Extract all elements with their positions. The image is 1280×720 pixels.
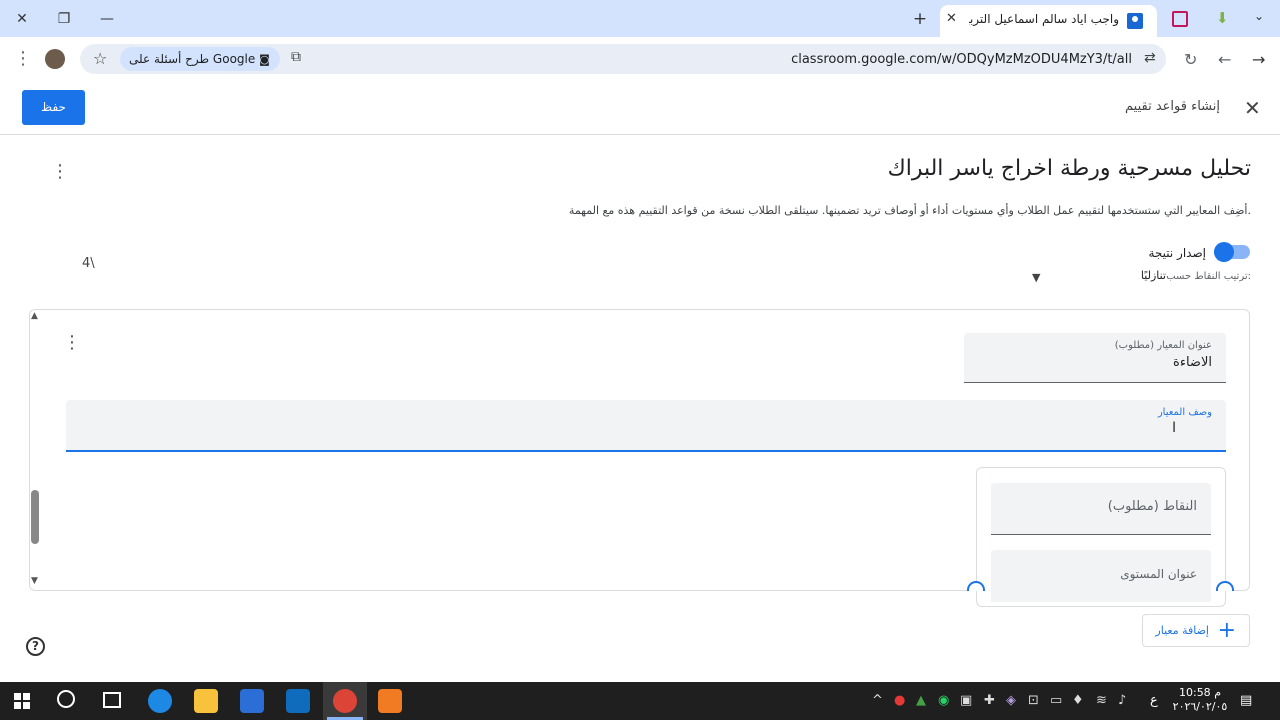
task-view-icon[interactable] [103,692,121,708]
rubric-description: أضِف المعايير التي ستستخدمها لتقييم عمل … [568,204,1251,217]
classroom-favicon-icon [1127,13,1143,29]
tray-screen-icon[interactable]: ▣ [960,693,972,708]
reload-icon[interactable]: ↻ [1184,50,1197,69]
scrollbar-thumb[interactable] [31,490,39,544]
edge-icon[interactable] [148,689,172,713]
criterion-description-label: وصف المعيار [1157,407,1212,418]
total-score: 4\ [82,256,95,271]
clock-time: 10:58 م [1178,686,1221,699]
notifications-icon[interactable]: ▤ [1240,693,1252,708]
points-placeholder: النقاط (مطلوب) [1107,499,1197,514]
tray-overflow-icon[interactable]: ^ [872,693,883,708]
taskbar [0,682,1280,720]
criterion-title-field[interactable]: عنوان المعيار (مطلوب) الاضاءة [964,333,1226,383]
google-chip-label: طرح أسئلة على Google [129,52,256,66]
scroll-up-icon[interactable]: ▲ [31,311,38,321]
search-icon[interactable] [57,690,75,708]
tray-shield-icon[interactable]: ✚ [984,693,995,708]
level-title-field[interactable]: عنوان المستوى [991,550,1211,602]
criterion-more-options-icon[interactable]: ⋮ [63,334,81,352]
store-icon[interactable] [240,689,264,713]
save-button[interactable]: حفظ [22,90,85,125]
star-icon[interactable]: ☆ [93,49,107,68]
download-extension-icon[interactable]: ⬇ [1216,9,1229,27]
criterion-title-label: عنوان المعيار (مطلوب) [1114,340,1212,351]
add-criterion-button[interactable]: إضافة معيار + [1142,614,1250,647]
score-toggle-label: إصدار نتيجة [1148,246,1206,260]
site-settings-icon[interactable]: ⇄ [1144,50,1156,66]
back-icon[interactable]: ← [1218,50,1231,69]
scroll-down-icon[interactable]: ▼ [31,576,38,586]
level-title-placeholder: عنوان المستوى [1120,567,1197,581]
rubric-more-options-icon[interactable]: ⋮ [51,163,69,181]
close-window-icon[interactable]: ✕ [8,8,36,30]
tray-meet-icon[interactable]: ⊡ [1028,693,1039,708]
tray-app-icon[interactable]: ● [894,693,905,708]
file-explorer-icon[interactable] [194,689,218,713]
dropdown-arrow-icon[interactable]: ▼ [1032,271,1040,284]
criterion-title-value: الاضاءة [1173,355,1212,370]
windows-start-icon[interactable] [14,693,30,709]
page-title: إنشاء قواعد تقييم [1125,99,1220,114]
sort-dropdown-value[interactable]: تنازليًا [1141,269,1166,282]
help-icon[interactable]: ? [26,637,45,656]
add-criterion-label: إضافة معيار [1155,624,1209,637]
wifi-icon[interactable]: ≋ [1096,693,1107,708]
tray-battery-icon[interactable]: ▭ [1050,693,1062,708]
close-icon[interactable]: ✕ [1244,96,1261,120]
google-lens-chip[interactable]: طرح أسئلة على Google ◙ [120,47,280,71]
sort-label: ترتيب النقاط حسب: [1166,271,1251,282]
tab-title: واجب اياد سالم اسماعيل التربية ال... [969,12,1119,26]
forward-icon[interactable]: → [1252,50,1265,69]
points-field[interactable]: النقاط (مطلوب) [991,483,1211,535]
chrome-icon[interactable] [333,689,357,713]
microphone-icon[interactable]: ♦ [1072,693,1084,708]
powerpoint-icon[interactable] [378,689,402,713]
minimize-window-icon[interactable]: — [93,8,121,30]
text-cursor-icon: I [1172,420,1177,436]
profile-avatar[interactable] [45,49,65,69]
plus-icon: + [1217,618,1236,643]
whatsapp-icon[interactable]: ◉ [938,693,949,708]
tab-search-icon[interactable]: ⌄ [1254,9,1264,23]
rubric-title[interactable]: تحليل مسرحية ورطة اخراج ياسر البراك [888,156,1251,181]
clock-date: ٢٠٢٦/٠٢/٠٥ [1172,700,1228,713]
qr-extension-icon[interactable] [1172,11,1188,27]
restore-window-icon[interactable]: ❐ [50,8,78,30]
criterion-description-field[interactable]: وصف المعيار [66,400,1226,452]
outlook-icon[interactable] [286,689,310,713]
toggle-knob [1214,242,1234,262]
active-tab[interactable]: واجب اياد سالم اسماعيل التربية ال... ✕ [940,5,1157,37]
page-header [0,81,1280,135]
new-tab-button[interactable]: + [906,8,934,30]
tray-vpn-icon[interactable]: ◈ [1006,693,1016,708]
menu-icon[interactable]: ⋮ [14,48,32,69]
volume-icon[interactable]: ♪ [1118,693,1126,708]
input-language[interactable]: ع [1150,693,1158,708]
close-tab-icon[interactable]: ✕ [946,11,957,26]
tray-drive-icon[interactable]: ▲ [916,693,926,708]
install-app-icon[interactable]: ⧉ [291,49,301,65]
url-text[interactable]: classroom.google.com/w/ODQyMzMzODU4MzY3/… [791,52,1132,67]
clock[interactable]: 10:58 م ٢٠٢٦/٠٢/٠٥ [1172,686,1228,714]
score-toggle[interactable] [1214,242,1250,262]
